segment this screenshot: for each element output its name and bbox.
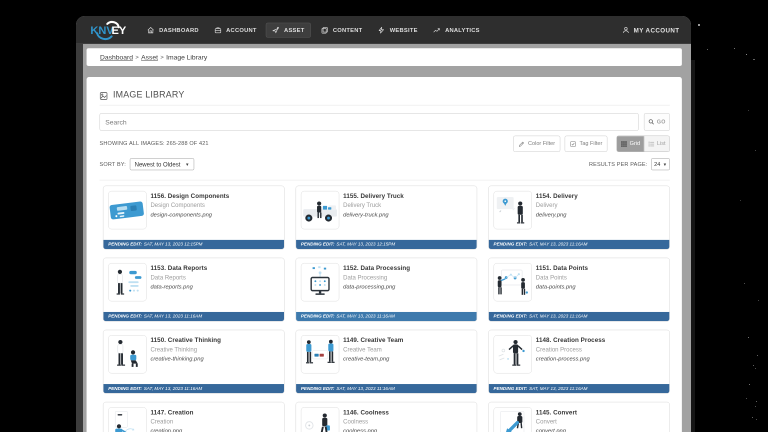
- svg-text:EY: EY: [112, 25, 127, 37]
